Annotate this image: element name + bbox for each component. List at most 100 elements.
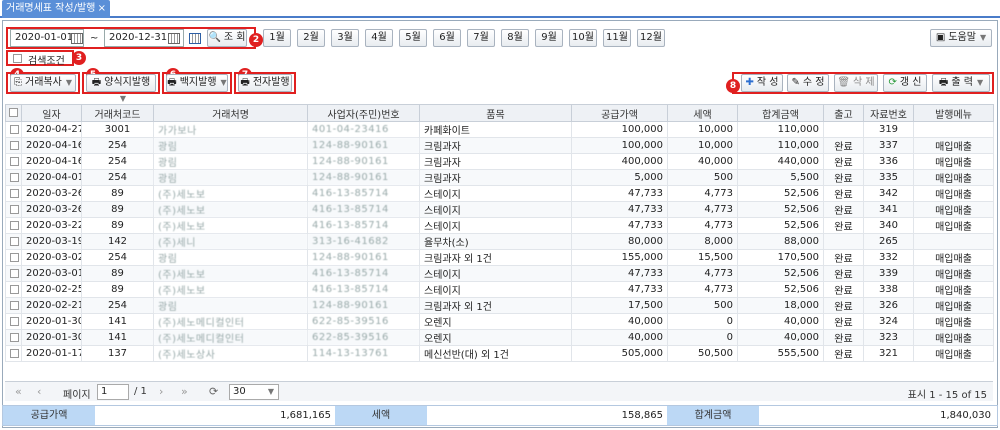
copy-transaction-button[interactable]: ⎘ 거래복사 ▼ <box>10 74 76 92</box>
column-header[interactable]: 자료번호 <box>863 104 914 122</box>
row-checkbox[interactable] <box>10 236 19 246</box>
calendar-icon[interactable] <box>168 33 180 44</box>
page-size-select[interactable]: 30 ▼ <box>229 384 279 400</box>
row-checkbox[interactable] <box>10 300 19 310</box>
table-row[interactable]: 2020-04-16 254 광림 124-88-90161 크림과자 100,000 10… <box>5 137 994 154</box>
table-row[interactable]: 2020-03-26 89 (주)세노보 416-13-85714 스테이지 47,733… <box>5 201 994 218</box>
row-select-cell[interactable] <box>5 249 22 266</box>
row-select-cell[interactable] <box>5 281 22 298</box>
table-row[interactable]: 2020-04-27 3001 가가보나 401-04-23416 카페화이트 100,0… <box>5 121 994 138</box>
row-select-cell[interactable] <box>5 265 22 282</box>
row-select-cell[interactable] <box>5 201 22 218</box>
row-checkbox[interactable] <box>10 348 19 358</box>
column-header[interactable]: 거래처코드 <box>81 104 154 122</box>
row-checkbox[interactable] <box>10 204 19 214</box>
table-row[interactable]: 2020-02-25 89 (주)세노보 416-13-85714 스테이지 47,733… <box>5 281 994 298</box>
column-header[interactable]: 거래처명 <box>153 104 308 122</box>
table-row[interactable]: 2020-01-17 137 (주)세노상사 114-13-13761 메신선반(대) … <box>5 345 994 362</box>
delete-label: 삭 제 <box>853 77 875 88</box>
row-checkbox[interactable] <box>10 252 19 262</box>
row-checkbox[interactable] <box>10 220 19 230</box>
refresh-icon[interactable]: ⟳ <box>209 385 218 398</box>
calendar-picker-icon[interactable] <box>189 33 201 44</box>
table-row[interactable]: 2020-01-30 141 (주)세노메디컬인터 622-85-39516 오렌지 40… <box>5 329 994 346</box>
table-row[interactable]: 2020-03-02 254 광림 124-88-90161 크림과자 외 1건 155,… <box>5 249 994 266</box>
month-button[interactable]: 10월 <box>569 29 597 47</box>
row-checkbox[interactable] <box>10 332 19 342</box>
column-header[interactable]: 사업자(주민)번호 <box>307 104 420 122</box>
row-select-cell[interactable] <box>5 169 22 186</box>
cell-supply: 47,733 <box>571 185 668 202</box>
row-select-cell[interactable] <box>5 121 22 138</box>
blank-issue-button[interactable]: 🖶 백지발행 ▼ <box>166 74 228 92</box>
cell-date: 2020-03-01 <box>21 265 82 282</box>
column-header[interactable]: 공급가액 <box>571 104 668 122</box>
month-button[interactable]: 7월 <box>467 29 495 47</box>
form-issue-button[interactable]: 🖶 양식지발행 ▼ <box>86 74 156 103</box>
table-row[interactable]: 2020-02-21 254 광림 124-88-90161 크림과자 외 1건 17,5… <box>5 297 994 314</box>
row-checkbox[interactable] <box>10 172 19 182</box>
month-button[interactable]: 1월 <box>263 29 291 47</box>
cell-total: 555,500 <box>737 345 824 362</box>
table-row[interactable]: 2020-04-01 254 광림 124-88-90161 크림과자 5,000 500 5… <box>5 169 994 186</box>
row-checkbox[interactable] <box>10 316 19 326</box>
column-header[interactable]: 출고 <box>823 104 864 122</box>
table-row[interactable]: 2020-04-16 254 광림 124-88-90161 크림과자 400,000 40… <box>5 153 994 170</box>
row-select-cell[interactable] <box>5 313 22 330</box>
column-header[interactable]: 품목 <box>419 104 572 122</box>
row-select-cell[interactable] <box>5 153 22 170</box>
page-number-input[interactable]: 1 <box>97 384 129 400</box>
close-icon[interactable]: × <box>98 0 106 18</box>
row-checkbox[interactable] <box>10 188 19 198</box>
row-checkbox[interactable] <box>10 124 19 134</box>
calendar-icon[interactable] <box>71 33 83 44</box>
row-checkbox[interactable] <box>10 284 19 294</box>
month-button[interactable]: 5월 <box>399 29 427 47</box>
column-header[interactable]: 세액 <box>667 104 738 122</box>
month-button[interactable]: 4월 <box>365 29 393 47</box>
month-button[interactable]: 8월 <box>501 29 529 47</box>
month-button[interactable]: 3월 <box>331 29 359 47</box>
help-button[interactable]: ▣ 도움말 ▼ <box>930 29 992 47</box>
month-button[interactable]: 2월 <box>297 29 325 47</box>
row-checkbox[interactable] <box>10 140 19 150</box>
column-header[interactable]: 합계금액 <box>737 104 824 122</box>
row-select-cell[interactable] <box>5 233 22 250</box>
tab-invoice[interactable]: 거래명세표 작성/발행 × <box>2 0 110 18</box>
select-all-checkbox[interactable] <box>9 108 18 117</box>
row-checkbox[interactable] <box>10 268 19 278</box>
table-row[interactable]: 2020-01-30 141 (주)세노메디컬인터 622-85-39516 오렌지 40… <box>5 313 994 330</box>
row-select-cell[interactable] <box>5 329 22 346</box>
month-button[interactable]: 11월 <box>603 29 631 47</box>
select-all-header[interactable] <box>5 104 22 122</box>
month-button[interactable]: 9월 <box>535 29 563 47</box>
column-header[interactable]: 일자 <box>21 104 82 122</box>
row-checkbox[interactable] <box>10 156 19 166</box>
table-row[interactable]: 2020-03-26 89 (주)세노보 416-13-85714 스테이지 47,733… <box>5 185 994 202</box>
cell-code: 254 <box>81 137 154 154</box>
prev-page-icon[interactable]: ‹ <box>37 385 41 398</box>
month-button[interactable]: 6월 <box>433 29 461 47</box>
refresh-button[interactable]: ⟳ 갱 신 <box>883 74 927 92</box>
row-select-cell[interactable] <box>5 137 22 154</box>
month-button[interactable]: 12월 <box>637 29 665 47</box>
table-row[interactable]: 2020-03-01 89 (주)세노보 416-13-85714 스테이지 47,733… <box>5 265 994 282</box>
last-page-icon[interactable]: » <box>181 385 188 398</box>
table-row[interactable]: 2020-03-19 142 (주)세니 313-16-41682 율무차(소) 80,0… <box>5 233 994 250</box>
search-button[interactable]: 🔍 조 회 <box>207 29 247 47</box>
print-button[interactable]: 🖶 출 력 ▼ <box>932 74 990 92</box>
row-select-cell[interactable] <box>5 185 22 202</box>
delete-button[interactable]: 🗑 삭 제 <box>834 74 878 92</box>
column-header[interactable]: 발행메뉴 <box>913 104 994 122</box>
row-select-cell[interactable] <box>5 297 22 314</box>
table-row[interactable]: 2020-03-22 89 (주)세노보 416-13-85714 스테이지 47,733… <box>5 217 994 234</box>
row-select-cell[interactable] <box>5 217 22 234</box>
row-select-cell[interactable] <box>5 345 22 362</box>
first-page-icon[interactable]: « <box>15 385 22 398</box>
edit-button[interactable]: ✎ 수 정 <box>787 74 829 92</box>
search-condition-checkbox[interactable] <box>13 54 22 63</box>
next-page-icon[interactable]: › <box>159 385 163 398</box>
e-issue-button[interactable]: 🖶 전자발행 <box>238 74 292 92</box>
cell-bizno: 124-88-90161 <box>307 137 420 154</box>
create-button[interactable]: ✚ 작 성 <box>741 74 783 92</box>
